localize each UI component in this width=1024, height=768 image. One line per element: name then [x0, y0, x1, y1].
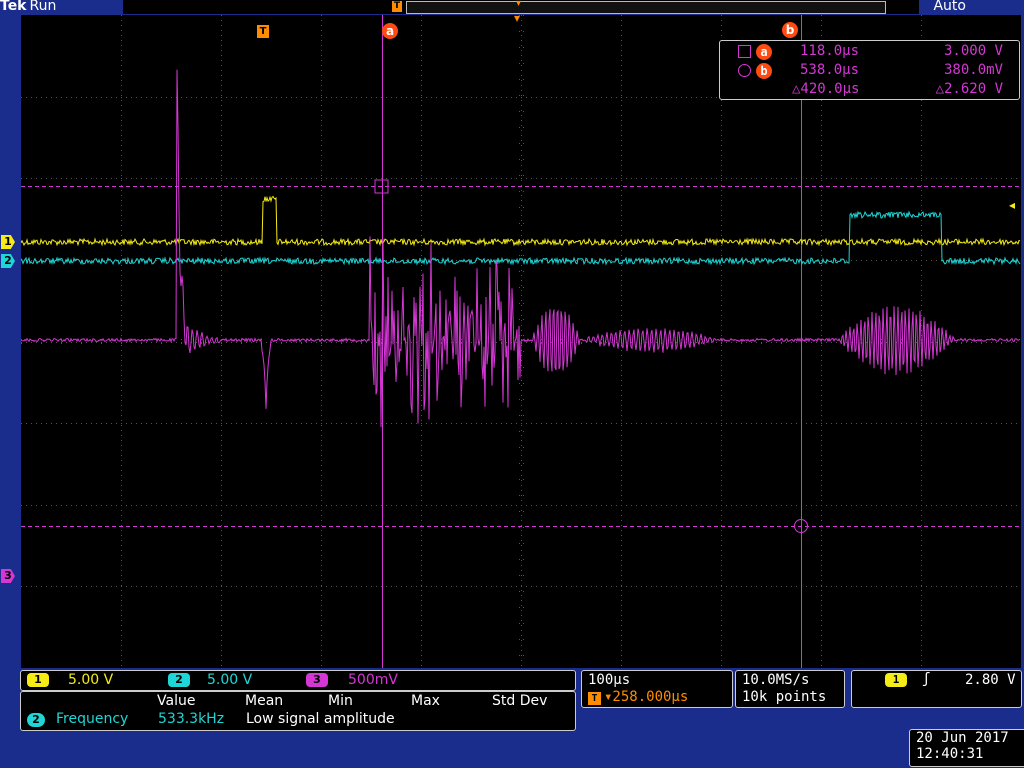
cursor-b-badge: b [756, 63, 772, 79]
brand: Tek Run [0, 0, 56, 14]
trigger-box[interactable]: 1 ʃ 2.80 V [851, 670, 1022, 708]
trigger-position-marker[interactable]: T [257, 25, 269, 38]
sampling-box[interactable]: 10.0MS/s 10k points [735, 670, 845, 708]
record-trigger-marker: T [392, 1, 402, 12]
cursor-a-readout: a 118.0µs 3.000 V [720, 43, 1019, 61]
channel-1-scale[interactable]: 5.00 V [68, 672, 113, 688]
cursor-b-value: 380.0mV [943, 62, 1003, 78]
channel-1-ground-marker[interactable]: 1 [1, 235, 15, 249]
cursor-a-value: 3.000 V [943, 43, 1003, 59]
trigger-slope-icon[interactable]: ʃ [922, 671, 930, 687]
cursor-b-marker[interactable]: b [782, 22, 798, 38]
measurement-header-std-dev: Std Dev [492, 693, 548, 709]
cursor-a-square-icon [738, 45, 751, 58]
trigger-delay-icon: T [588, 692, 601, 705]
measurement-box[interactable]: Value Mean Min Max Std Dev 2 Frequency 5… [20, 691, 576, 731]
cursor-a-marker[interactable]: a [382, 23, 398, 39]
cursor-a-time: 118.0µs [800, 43, 860, 59]
cursor-delta-time: △420.0µs [792, 81, 860, 97]
channel-2-waveform [21, 210, 1021, 266]
status-bar: Tek Run T ▾ Auto [0, 0, 1024, 15]
center-expansion-icon: ▾ [514, 11, 521, 25]
trigger-level[interactable]: 2.80 V [965, 672, 1016, 688]
measurement-name[interactable]: Frequency [56, 711, 128, 727]
acquisition-mode[interactable]: Auto [933, 0, 966, 14]
channel-2-badge[interactable]: 2 [168, 673, 190, 687]
vertical-scale-box[interactable]: 1 5.00 V 2 5.00 V 3 500mV [20, 670, 576, 691]
record-window[interactable] [406, 1, 886, 14]
date-time-box: 20 Jun 2017 12:40:31 [909, 729, 1024, 767]
graticule [21, 15, 1021, 668]
horizontal-delay[interactable]: ▾258.000µs [604, 689, 688, 705]
record-position-icon: ▾ [516, 0, 522, 9]
channel-1-badge[interactable]: 1 [27, 673, 49, 687]
measurement-value: 533.3kHz [158, 711, 225, 727]
channel-3-ground-marker[interactable]: 3 [1, 569, 15, 583]
measurement-note: Low signal amplitude [246, 711, 395, 727]
cursor-delta-readout: △420.0µs △2.620 V [720, 81, 1019, 99]
trigger-level-arrow-icon[interactable]: ◂ [1009, 198, 1015, 212]
date: 20 Jun 2017 [916, 730, 1009, 746]
cursor-b-readout: b 538.0µs 380.0mV [720, 62, 1019, 80]
channel-1-waveform [21, 195, 1021, 247]
cursor-readout[interactable]: a 118.0µs 3.000 V b 538.0µs 380.0mV △420… [719, 40, 1020, 100]
channel-3-scale[interactable]: 500mV [348, 672, 398, 688]
channel-3-waveform [21, 69, 1021, 428]
sample-rate: 10.0MS/s [742, 672, 810, 688]
measurement-header-max: Max [411, 693, 440, 709]
cursor-a-badge: a [756, 44, 772, 60]
cursor-b-circle-icon [738, 64, 751, 77]
channel-2-scale[interactable]: 5.00 V [207, 672, 252, 688]
cursor-delta-value: △2.620 V [935, 81, 1003, 97]
run-state[interactable]: Run [30, 0, 57, 14]
horizontal-scale[interactable]: 100µs [588, 672, 630, 688]
measurement-header-min: Min [328, 693, 353, 709]
cursor-b-time: 538.0µs [800, 62, 860, 78]
timebase-box[interactable]: 100µs T ▾258.000µs [581, 670, 733, 708]
waveform-display[interactable]: T a b ▾ ◂ [21, 11, 1021, 668]
trigger-source-badge[interactable]: 1 [885, 673, 907, 687]
measurement-header-value: Value [157, 693, 196, 709]
channel-2-ground-marker[interactable]: 2 [1, 254, 15, 268]
time: 12:40:31 [916, 746, 984, 762]
brand-logo: Tek [0, 0, 27, 14]
measurement-header-mean: Mean [245, 693, 284, 709]
record-overview[interactable]: T ▾ [123, 0, 919, 14]
measurement-channel-badge: 2 [27, 713, 45, 727]
channel-3-badge[interactable]: 3 [306, 673, 328, 687]
record-length[interactable]: 10k points [742, 689, 826, 705]
